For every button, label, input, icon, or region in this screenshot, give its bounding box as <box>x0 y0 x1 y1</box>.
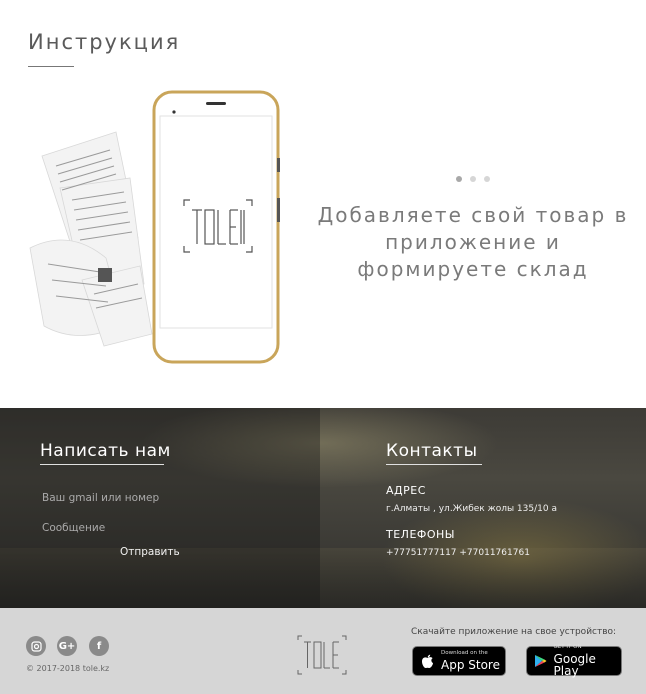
google-play-label: Google Play <box>553 651 596 678</box>
phones-value[interactable]: +77751777117 +77011761761 <box>386 548 530 558</box>
address-label: АДРЕС <box>386 484 426 497</box>
footer-logo[interactable] <box>296 634 348 676</box>
smartphone-image <box>152 90 280 364</box>
contacts-underline <box>386 464 482 465</box>
phones-label: ТЕЛЕФОНЫ <box>386 528 455 541</box>
background-shade <box>0 408 320 608</box>
message-field[interactable]: Сообщение <box>42 522 105 534</box>
qr-code-icon <box>98 268 112 282</box>
carousel-dot[interactable] <box>484 176 490 182</box>
apple-icon <box>413 654 441 669</box>
carousel-dots <box>456 176 490 182</box>
email-or-phone-field[interactable]: Ваш gmail или номер <box>42 492 159 504</box>
google-play-icon <box>527 654 554 668</box>
instructions-title: Инструкция <box>28 30 181 54</box>
app-store-small-text: Download on the <box>441 650 488 657</box>
app-store-button[interactable]: Download on the App Store <box>412 646 506 676</box>
address-value: г.Алматы , ул.Жибек жолы 135/10 а <box>386 504 557 514</box>
carousel-dot[interactable] <box>470 176 476 182</box>
write-us-heading: Написать нам <box>40 441 171 461</box>
facebook-icon[interactable]: f <box>89 636 109 656</box>
send-button[interactable]: Отправить <box>120 546 180 558</box>
copyright-text: © 2017-2018 tole.kz <box>26 664 110 673</box>
title-underline <box>28 66 74 67</box>
google-play-small-text: GET IT ON <box>553 644 582 651</box>
contacts-heading: Контакты <box>386 441 478 461</box>
instructions-section: Инструкция Добавляете свой товар в прило… <box>0 0 646 408</box>
app-store-label: App Store <box>441 657 500 672</box>
contact-section: Написать нам Ваш gmail или номер Сообщен… <box>0 408 646 608</box>
footer: G+ f © 2017-2018 tole.kz Скачайте прилож… <box>0 608 646 694</box>
carousel-dot[interactable] <box>456 176 462 182</box>
slide-caption: Добавляете свой товар в приложение и фор… <box>317 203 629 281</box>
download-caption: Скачайте приложение на свое устройство: <box>411 627 617 637</box>
google-plus-icon[interactable]: G+ <box>57 636 77 656</box>
google-play-button[interactable]: GET IT ON Google Play <box>526 644 622 678</box>
write-us-underline <box>40 464 164 465</box>
phone-with-receipts-illustration <box>29 90 280 364</box>
instagram-icon[interactable] <box>26 636 46 656</box>
